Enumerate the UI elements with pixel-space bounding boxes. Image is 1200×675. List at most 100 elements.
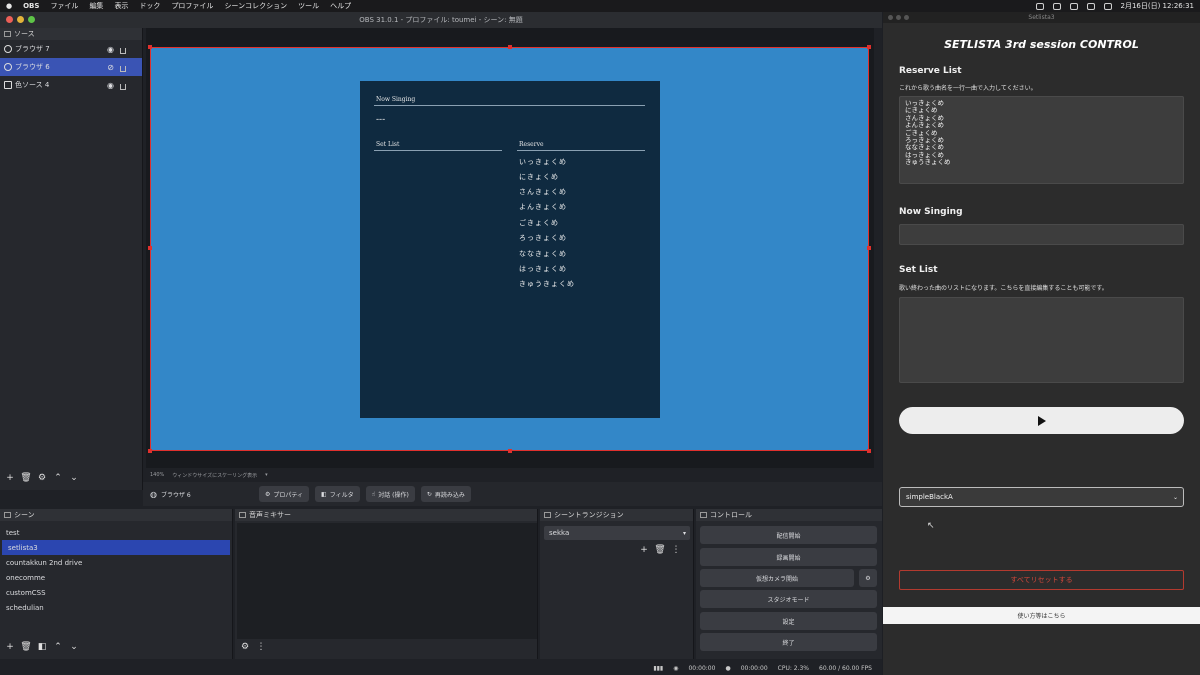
menubar-clock[interactable]: 2月16日(日) 12:26:31 xyxy=(1121,1,1195,11)
preview-canvas[interactable]: Now Singing --- Set List Reserve いっきょくめ … xyxy=(148,45,871,453)
status-icon[interactable] xyxy=(1035,2,1044,10)
status-icon[interactable] xyxy=(1052,2,1061,10)
menu-edit[interactable]: 編集 xyxy=(89,1,103,11)
setlist-overlay: Now Singing --- Set List Reserve いっきょくめ … xyxy=(360,81,660,418)
move-down-icon[interactable]: ⌄ xyxy=(68,472,80,484)
gear-icon[interactable]: ⚙ xyxy=(36,472,48,484)
move-up-icon[interactable]: ⌃ xyxy=(52,472,64,484)
more-vertical-icon[interactable]: ⋮ xyxy=(255,641,267,653)
record-time: 00:00:00 xyxy=(740,664,768,672)
minimize-window-button[interactable] xyxy=(17,16,24,23)
visibility-eye-icon[interactable]: ◉ xyxy=(107,81,114,90)
reset-all-button[interactable]: すべてリセットする xyxy=(899,570,1184,590)
scene-item-selected[interactable]: setlista3 xyxy=(2,540,230,555)
reload-button[interactable]: ↻ 再読み込み xyxy=(420,486,471,502)
menu-view[interactable]: 表示 xyxy=(114,1,128,11)
menu-file[interactable]: ファイル xyxy=(50,1,78,11)
obs-window: OBS 31.0.1 - プロファイル: toumei - シーン: 無題 ソー… xyxy=(0,12,882,675)
resize-handle[interactable] xyxy=(148,449,152,453)
play-icon xyxy=(1037,415,1046,426)
close-window-button[interactable] xyxy=(6,16,13,23)
scenes-dock: シーン test setlista3 countakkun 2nd drive … xyxy=(0,509,233,659)
scene-item[interactable]: schedulian xyxy=(0,600,232,615)
add-icon[interactable]: + xyxy=(4,641,16,653)
add-icon[interactable]: + xyxy=(4,472,16,484)
trash-icon[interactable]: 🗑 xyxy=(20,641,32,653)
theme-select[interactable]: simpleBlackA ⌄ xyxy=(899,487,1184,507)
trash-icon[interactable]: 🗑 xyxy=(20,472,32,484)
interact-button[interactable]: ☝ 対話 (操作) xyxy=(365,486,415,502)
resize-handle[interactable] xyxy=(508,449,512,453)
now-singing-input[interactable] xyxy=(899,224,1184,245)
gear-icon[interactable]: ⚙ xyxy=(239,641,251,653)
move-up-icon[interactable]: ⌃ xyxy=(52,641,64,653)
scene-item[interactable]: customCSS xyxy=(0,585,232,600)
studio-mode-button[interactable]: スタジオモード xyxy=(700,590,877,608)
next-song-button[interactable] xyxy=(899,407,1184,434)
start-recording-button[interactable]: 録画開始 xyxy=(700,548,877,566)
apple-icon[interactable]: ● xyxy=(6,2,12,10)
scene-transitions-dock: シーントランジション sekka ▾ + 🗑 ⋮ xyxy=(540,509,694,659)
menu-app[interactable]: OBS xyxy=(23,2,39,10)
stream-time: 00:00:00 xyxy=(688,664,716,672)
status-bar: ▮▮▮ ◉ 00:00:00 ● 00:00:00 CPU: 2.3% 60.0… xyxy=(0,661,882,675)
resize-handle[interactable] xyxy=(148,246,152,250)
filter-icon[interactable]: ◧ xyxy=(36,641,48,653)
reload-label: 再読み込み xyxy=(434,491,465,499)
move-down-icon[interactable]: ⌄ xyxy=(68,641,80,653)
menu-tools[interactable]: ツール xyxy=(298,1,319,11)
mixer-area xyxy=(237,523,537,639)
scene-item[interactable]: countakkun 2nd drive xyxy=(0,555,232,570)
zoom-window-button[interactable] xyxy=(904,15,909,20)
trash-icon[interactable]: 🗑 xyxy=(654,544,666,556)
source-item[interactable]: ブラウザ 7 ◉ xyxy=(0,40,142,58)
more-vertical-icon[interactable]: ⋮ xyxy=(670,544,682,556)
network-signal-icon: ▮▮▮ xyxy=(653,664,664,672)
scene-item[interactable]: test xyxy=(0,525,232,540)
setlista-window: Setlista3 SETLISTA 3rd session CONTROL R… xyxy=(883,12,1200,675)
source-label: ブラウザ 6 xyxy=(15,63,50,71)
menu-scene-collection[interactable]: シーンコレクション xyxy=(224,1,287,11)
overlay-reserve-item: いっきょくめ xyxy=(519,158,567,166)
wifi-icon[interactable] xyxy=(1086,2,1095,10)
visibility-eye-icon[interactable]: ◉ xyxy=(107,45,114,54)
menu-profile[interactable]: プロファイル xyxy=(171,1,213,11)
chevron-down-icon[interactable]: ▾ xyxy=(265,472,268,478)
lock-icon[interactable] xyxy=(120,48,126,54)
close-window-button[interactable] xyxy=(888,15,893,20)
resize-handle[interactable] xyxy=(867,449,871,453)
start-virtual-camera-button[interactable]: 仮想カメラ開始 xyxy=(700,569,854,587)
lock-icon[interactable] xyxy=(120,66,126,72)
visibility-hidden-icon[interactable]: ⊘ xyxy=(107,63,114,72)
menu-help[interactable]: ヘルプ xyxy=(330,1,351,11)
scaling-dropdown[interactable]: ウィンドウサイズにスケーリング表示 xyxy=(172,472,257,479)
filters-button[interactable]: ◧ フィルタ xyxy=(315,486,360,502)
menu-dock[interactable]: ドック xyxy=(139,1,160,11)
resize-handle[interactable] xyxy=(867,246,871,250)
mixer-toolbar: ⚙ ⋮ xyxy=(239,641,267,653)
resize-handle[interactable] xyxy=(508,45,512,49)
exit-button[interactable]: 終了 xyxy=(700,633,877,651)
setlist-textarea[interactable] xyxy=(899,297,1184,383)
lock-icon[interactable] xyxy=(120,84,126,90)
scene-item[interactable]: onecomme xyxy=(0,570,232,585)
source-item-selected[interactable]: ブラウザ 6 ⊘ xyxy=(0,58,142,76)
add-icon[interactable]: + xyxy=(638,544,650,556)
battery-icon[interactable] xyxy=(1103,2,1112,10)
resize-handle[interactable] xyxy=(148,45,152,49)
transition-select[interactable]: sekka ▾ xyxy=(544,526,690,540)
zoom-window-button[interactable] xyxy=(28,16,35,23)
resize-handle[interactable] xyxy=(867,45,871,49)
source-item[interactable]: 色ソース 4 ◉ xyxy=(0,76,142,94)
minimize-window-button[interactable] xyxy=(896,15,901,20)
overlay-reserve-label: Reserve xyxy=(519,141,544,148)
properties-button[interactable]: ⚙ プロパティ xyxy=(258,486,310,502)
status-icon[interactable] xyxy=(1069,2,1078,10)
overlay-reserve-item: ななきょくめ xyxy=(519,250,567,258)
reserve-heading: Reserve List xyxy=(899,66,962,76)
settings-button[interactable]: 設定 xyxy=(700,612,877,630)
virtual-camera-settings-button[interactable]: ⚙ xyxy=(859,569,877,587)
help-link[interactable]: 使い方等はこちら xyxy=(883,607,1200,624)
start-streaming-button[interactable]: 配信開始 xyxy=(700,526,877,544)
reserve-textarea[interactable]: いっきょくめ にきょくめ さんきょくめ よんきょくめ ごきょくめ ろっきょくめ … xyxy=(899,96,1184,184)
